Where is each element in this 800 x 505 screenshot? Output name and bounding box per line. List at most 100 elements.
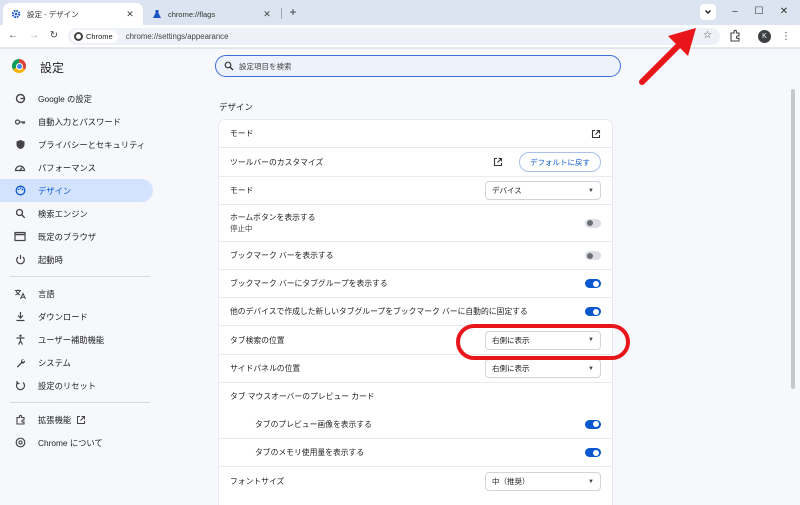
bookmark-bar-toggle[interactable] (585, 251, 601, 260)
home-button-row[interactable]: ホームボタンを表示する 停止中 (219, 204, 612, 241)
caret-down-icon: ▼ (588, 478, 594, 485)
sidebar-item-label: 言語 (38, 288, 55, 299)
minimize-button[interactable]: – (727, 5, 743, 19)
sidebar-item-appearance[interactable]: デザイン (0, 179, 153, 202)
home-button-toggle[interactable] (585, 218, 601, 228)
side-panel-position-row: サイドパネルの位置 右側に表示 ▼ (219, 354, 612, 382)
tab-groups-bookmark-row[interactable]: ブックマーク バーにタブグループを表示する (219, 269, 612, 297)
sidebar-item-system[interactable]: システム (0, 351, 160, 374)
browser-icon (14, 231, 26, 243)
sidebar-item-label: パフォーマンス (38, 162, 96, 173)
sidebar-item-languages[interactable]: 言語 (0, 282, 160, 305)
select-value: 右側に表示 (492, 364, 530, 373)
open-in-new-icon[interactable] (591, 129, 601, 139)
auto-pin-groups-row[interactable]: 他のデバイスで作成した新しいタブグループをブックマーク バーに自動的に固定する (219, 297, 612, 325)
shield-icon (14, 139, 26, 151)
tab-groups-bookmark-toggle[interactable] (585, 279, 601, 288)
memory-usage-toggle[interactable] (585, 448, 601, 457)
tab-settings[interactable]: 設定 - デザイン ✕ (3, 3, 143, 25)
reset-icon (14, 380, 26, 392)
sidebar-item-privacy[interactable]: プライバシーとセキュリティ (0, 133, 160, 156)
forward-button[interactable]: → (27, 29, 41, 43)
tab-flags[interactable]: chrome://flags ✕ (144, 3, 280, 25)
sidebar-item-on-startup[interactable]: 起動時 (0, 248, 160, 271)
address-bar[interactable]: Chrome chrome://settings/appearance ☆ (68, 28, 720, 45)
row-label: タブのメモリ使用量を表示する (255, 448, 365, 457)
sidebar-item-downloads[interactable]: ダウンロード (0, 305, 160, 328)
sidebar-item-label: 検索エンジン (38, 208, 88, 219)
puzzle-icon (14, 414, 26, 426)
sidebar-item-accessibility[interactable]: ユーザー補助機能 (0, 328, 160, 351)
close-window-button[interactable]: ✕ (776, 5, 792, 19)
sidebar-item-about[interactable]: Chrome について (0, 431, 160, 454)
translate-icon (14, 288, 26, 300)
accessibility-icon (14, 334, 26, 346)
sidebar-item-label: プライバシーとセキュリティ (38, 139, 146, 150)
open-in-new-icon[interactable] (493, 157, 503, 167)
sidebar-item-label: システム (38, 357, 71, 368)
toolbar-customize-row[interactable]: ツールバーのカスタマイズ デフォルトに戻す (219, 147, 612, 176)
font-size-select[interactable]: 中（推奨） ▼ (485, 472, 601, 491)
download-icon (14, 311, 26, 323)
home-button-label: ホームボタンを表示する (230, 213, 316, 222)
maximize-button[interactable]: ☐ (751, 5, 767, 19)
memory-usage-row[interactable]: タブのメモリ使用量を表示する (219, 438, 612, 466)
settings-search[interactable] (215, 55, 621, 77)
search-input[interactable] (239, 61, 599, 71)
sidebar-item-label: 自動入力とパスワード (38, 116, 121, 127)
scrollbar[interactable] (791, 89, 795, 389)
sidebar-item-extensions[interactable]: 拡張機能 (0, 408, 160, 431)
sidebar-item-performance[interactable]: パフォーマンス (0, 156, 160, 179)
select-value: 中（推奨） (492, 477, 530, 486)
sidebar-item-default-browser[interactable]: 既定のブラウザ (0, 225, 160, 248)
sidebar-divider (10, 276, 150, 277)
sidebar-item-reset[interactable]: 設定のリセット (0, 374, 160, 397)
reload-button[interactable]: ↻ (47, 29, 61, 43)
bookmark-bar-row[interactable]: ブックマーク バーを表示する (219, 241, 612, 269)
close-icon[interactable]: ✕ (262, 9, 272, 20)
sidebar-item-label: 既定のブラウザ (38, 231, 97, 242)
font-size-row: フォントサイズ 中（推奨） ▼ (219, 466, 612, 496)
search-icon (14, 208, 26, 220)
tab-label: 設定 - デザイン (27, 9, 79, 19)
site-chip[interactable]: Chrome (71, 30, 118, 43)
wrench-icon (14, 357, 26, 369)
tab-strip: 設定 - デザイン ✕ chrome://flags ✕ + – ☐ ✕ (0, 0, 800, 25)
chrome-icon (14, 437, 26, 449)
star-icon[interactable]: ☆ (703, 30, 712, 41)
mode-select[interactable]: デバイス ▼ (485, 181, 601, 200)
row-label: モード (230, 186, 254, 195)
tab-search-position-select[interactable]: 右側に表示 ▼ (485, 330, 601, 350)
auto-pin-groups-toggle[interactable] (585, 307, 601, 316)
power-icon (14, 254, 26, 266)
new-tab-button[interactable]: + (286, 5, 300, 19)
chevron-down-icon (705, 10, 711, 14)
row-label: タブのプレビュー画像を表示する (255, 419, 372, 429)
sidebar-item-label: ダウンロード (38, 311, 88, 322)
sidebar-item-search-engine[interactable]: 検索エンジン (0, 202, 160, 225)
preview-image-toggle[interactable] (585, 419, 601, 429)
toggle-knob (593, 280, 599, 287)
more-vert-icon[interactable]: ⋮ (781, 30, 791, 43)
puzzle-icon[interactable] (728, 29, 742, 43)
caret-down-icon: ▼ (588, 337, 594, 343)
sidebar-item-label: Google の設定 (38, 93, 92, 104)
tab-label: chrome://flags (168, 9, 216, 19)
back-button[interactable]: ← (6, 29, 20, 43)
sidebar-item-google[interactable]: Google の設定 (0, 87, 160, 110)
side-panel-position-select[interactable]: 右側に表示 ▼ (485, 359, 601, 378)
url-text: chrome://settings/appearance (125, 32, 229, 41)
toggle-knob (593, 449, 599, 456)
sidebar-item-label: 設定のリセット (38, 380, 97, 391)
reset-default-button[interactable]: デフォルトに戻す (519, 152, 601, 172)
avatar[interactable]: K (758, 30, 771, 43)
sidebar-item-autofill[interactable]: 自動入力とパスワード (0, 110, 160, 133)
home-button-sublabel: 停止中 (230, 224, 253, 233)
mode-link-row[interactable]: モード (219, 120, 612, 147)
close-icon[interactable]: ✕ (125, 9, 135, 20)
row-label: フォントサイズ (230, 477, 285, 486)
preview-image-row[interactable]: タブのプレビュー画像を表示する (219, 410, 612, 438)
tab-search-button[interactable] (700, 4, 716, 20)
sidebar-divider (10, 402, 150, 403)
row-label: タブ マウスオーバーのプレビュー カード (230, 392, 375, 401)
